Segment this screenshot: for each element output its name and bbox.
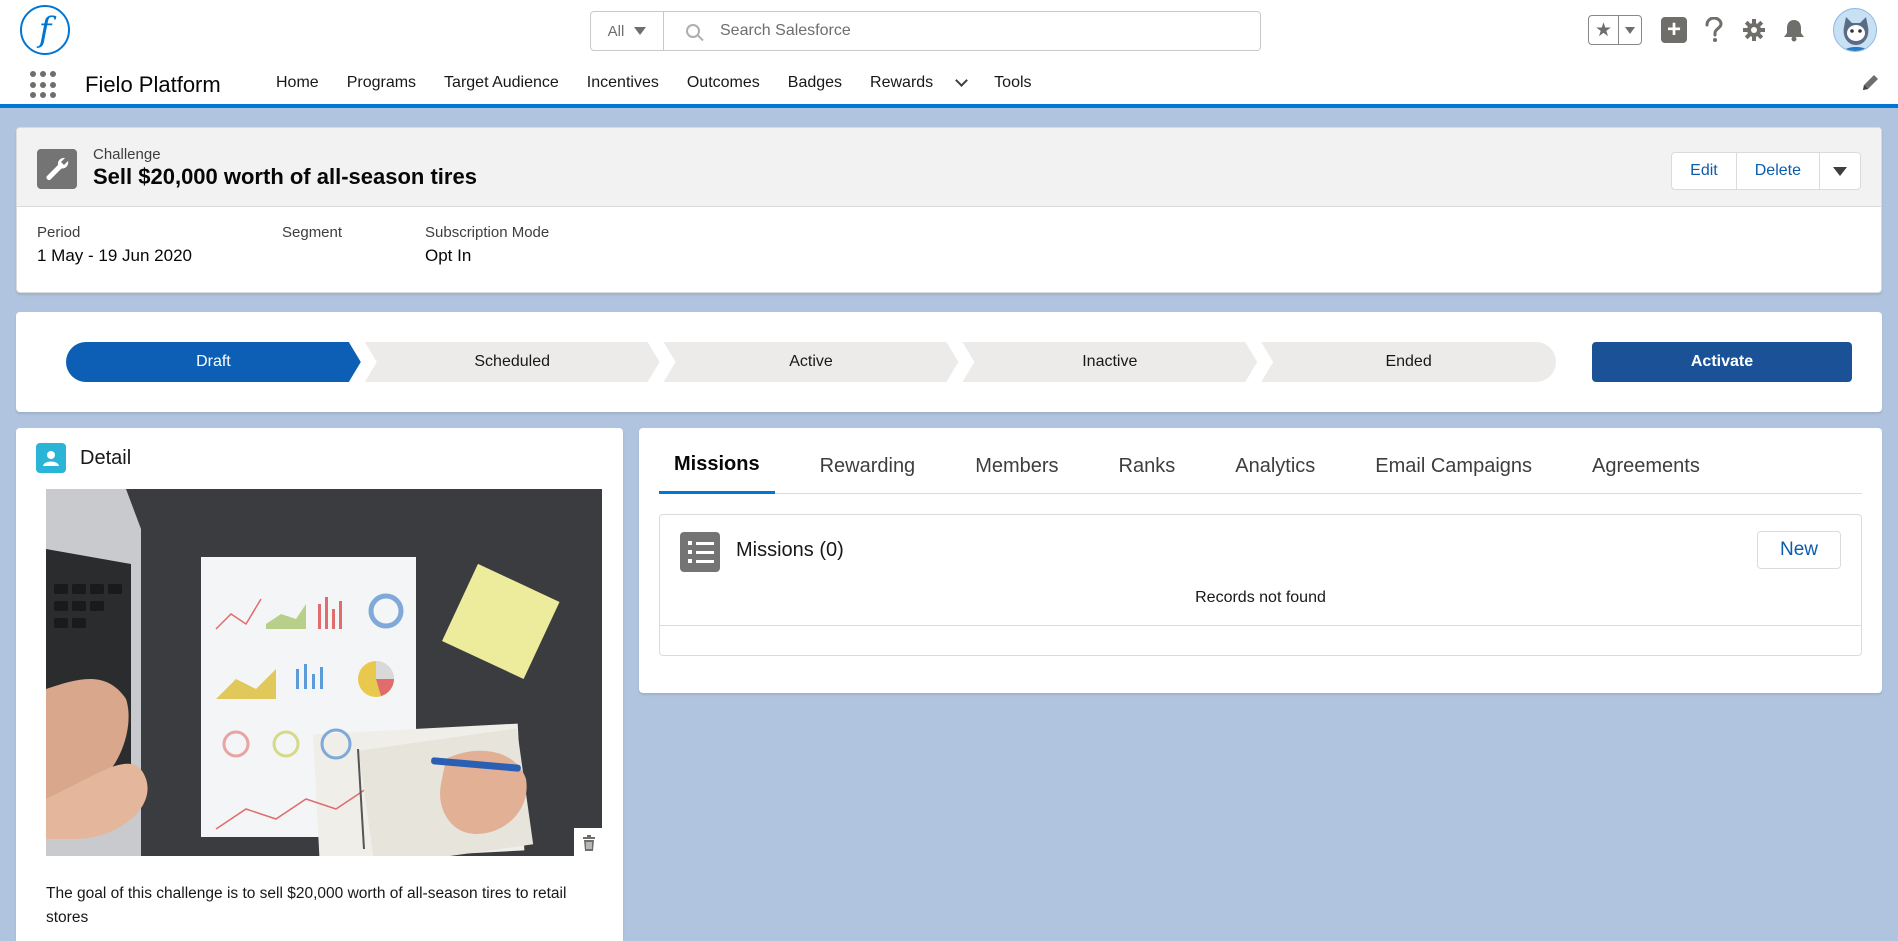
tab-bar: Missions Rewarding Members Ranks Analyti… — [659, 438, 1862, 494]
nav-item-programs[interactable]: Programs — [333, 62, 430, 104]
detail-card: Detail The goal of this challenge is to … — [16, 428, 623, 941]
highlight-fields: Period 1 May - 19 Jun 2020 Segment Subsc… — [17, 207, 1881, 293]
field-subscription-mode: Subscription Mode Opt In — [425, 224, 549, 266]
tab-ranks[interactable]: Ranks — [1104, 438, 1191, 494]
nav-item-label: Rewards — [870, 74, 934, 91]
list-icon — [680, 532, 720, 572]
caret-down-icon — [1625, 26, 1635, 34]
divider — [660, 625, 1861, 626]
search-field — [664, 12, 1260, 50]
related-tabs-card: Missions Rewarding Members Ranks Analyti… — [639, 428, 1882, 693]
record-header: Challenge Sell $20,000 worth of all-seas… — [17, 128, 1881, 207]
favorites-dropdown[interactable] — [1619, 16, 1641, 44]
favorites-star-icon[interactable]: ★ — [1589, 16, 1619, 44]
field-label: Period — [37, 224, 81, 241]
record-highlights-panel: Challenge Sell $20,000 worth of all-seas… — [16, 127, 1882, 293]
tab-analytics[interactable]: Analytics — [1220, 438, 1330, 494]
favorites-button-group: ★ — [1588, 15, 1642, 45]
global-search: All — [590, 11, 1261, 51]
setup-gear-icon[interactable] — [1740, 16, 1768, 44]
new-mission-button[interactable]: New — [1757, 531, 1841, 569]
nav-item-home[interactable]: Home — [262, 62, 333, 104]
tab-agreements[interactable]: Agreements — [1577, 438, 1715, 494]
field-segment: Segment — [282, 224, 342, 246]
field-label: Subscription Mode — [425, 224, 550, 241]
nav-item-tools[interactable]: Tools — [980, 62, 1045, 104]
path-step-scheduled[interactable]: Scheduled — [365, 342, 660, 382]
nav-item-incentives[interactable]: Incentives — [573, 62, 673, 104]
challenge-image — [46, 489, 602, 856]
help-icon[interactable] — [1700, 16, 1728, 44]
more-actions-button[interactable] — [1820, 153, 1860, 189]
nav-item-outcomes[interactable]: Outcomes — [673, 62, 774, 104]
user-avatar[interactable] — [1833, 8, 1877, 52]
tab-missions[interactable]: Missions — [659, 438, 775, 494]
field-label: Segment — [282, 224, 343, 241]
app-name: Fielo Platform — [85, 72, 221, 97]
tab-rewarding[interactable]: Rewarding — [805, 438, 931, 494]
app-launcher-icon[interactable] — [30, 71, 58, 99]
caret-down-icon — [634, 27, 647, 35]
challenge-description: The goal of this challenge is to sell $2… — [46, 885, 567, 926]
delete-button[interactable]: Delete — [1737, 153, 1820, 189]
path-step-draft[interactable]: Draft — [66, 342, 361, 382]
detail-header: Detail — [36, 443, 131, 473]
field-value: 1 May - 19 Jun 2020 — [37, 246, 192, 265]
field-value: Opt In — [425, 246, 472, 265]
path-step-inactive[interactable]: Inactive — [962, 342, 1257, 382]
object-type-label: Challenge — [93, 146, 161, 163]
caret-down-icon — [1833, 166, 1847, 176]
delete-image-trash-icon[interactable] — [574, 828, 604, 858]
global-actions-icon[interactable]: + — [1660, 16, 1688, 44]
notifications-bell-icon[interactable] — [1780, 16, 1808, 44]
chevron-down-icon[interactable] — [955, 74, 969, 87]
search-scope-label: All — [607, 22, 625, 40]
tab-email-campaigns[interactable]: Email Campaigns — [1360, 438, 1547, 494]
status-path-card: Draft Scheduled Active Inactive Ended Ac… — [16, 312, 1882, 412]
field-period: Period 1 May - 19 Jun 2020 — [37, 224, 192, 266]
edit-nav-pencil-icon[interactable] — [1860, 73, 1880, 93]
search-icon — [686, 24, 700, 38]
navigation-bar: Fielo Platform Home Programs Target Audi… — [0, 62, 1898, 108]
tab-members[interactable]: Members — [960, 438, 1073, 494]
nav-item-rewards[interactable]: Rewards — [856, 62, 980, 104]
nav-items: Home Programs Target Audience Incentives… — [262, 62, 1046, 104]
status-path: Draft Scheduled Active Inactive Ended — [66, 342, 1556, 382]
header-tools: ★ + — [1568, 8, 1898, 54]
nav-item-badges[interactable]: Badges — [774, 62, 856, 104]
related-list-title: Missions (0) — [736, 539, 844, 561]
contact-icon — [36, 443, 66, 473]
missions-related-list: Missions (0) New Records not found — [659, 514, 1862, 656]
record-actions: Edit Delete — [1671, 152, 1861, 190]
fielo-logo[interactable]: f — [20, 5, 70, 55]
detail-title: Detail — [80, 446, 132, 469]
path-step-ended[interactable]: Ended — [1261, 342, 1556, 382]
edit-button[interactable]: Edit — [1672, 153, 1737, 189]
nav-item-target-audience[interactable]: Target Audience — [430, 62, 573, 104]
record-title: Sell $20,000 worth of all-season tires — [93, 164, 477, 189]
activate-button[interactable]: Activate — [1592, 342, 1852, 382]
global-header: f All ★ + — [0, 0, 1898, 62]
path-step-active[interactable]: Active — [664, 342, 959, 382]
search-input[interactable] — [720, 22, 1240, 40]
search-scope-dropdown[interactable]: All — [591, 12, 664, 50]
wrench-icon — [37, 149, 77, 189]
empty-state-message: Records not found — [1195, 589, 1326, 606]
